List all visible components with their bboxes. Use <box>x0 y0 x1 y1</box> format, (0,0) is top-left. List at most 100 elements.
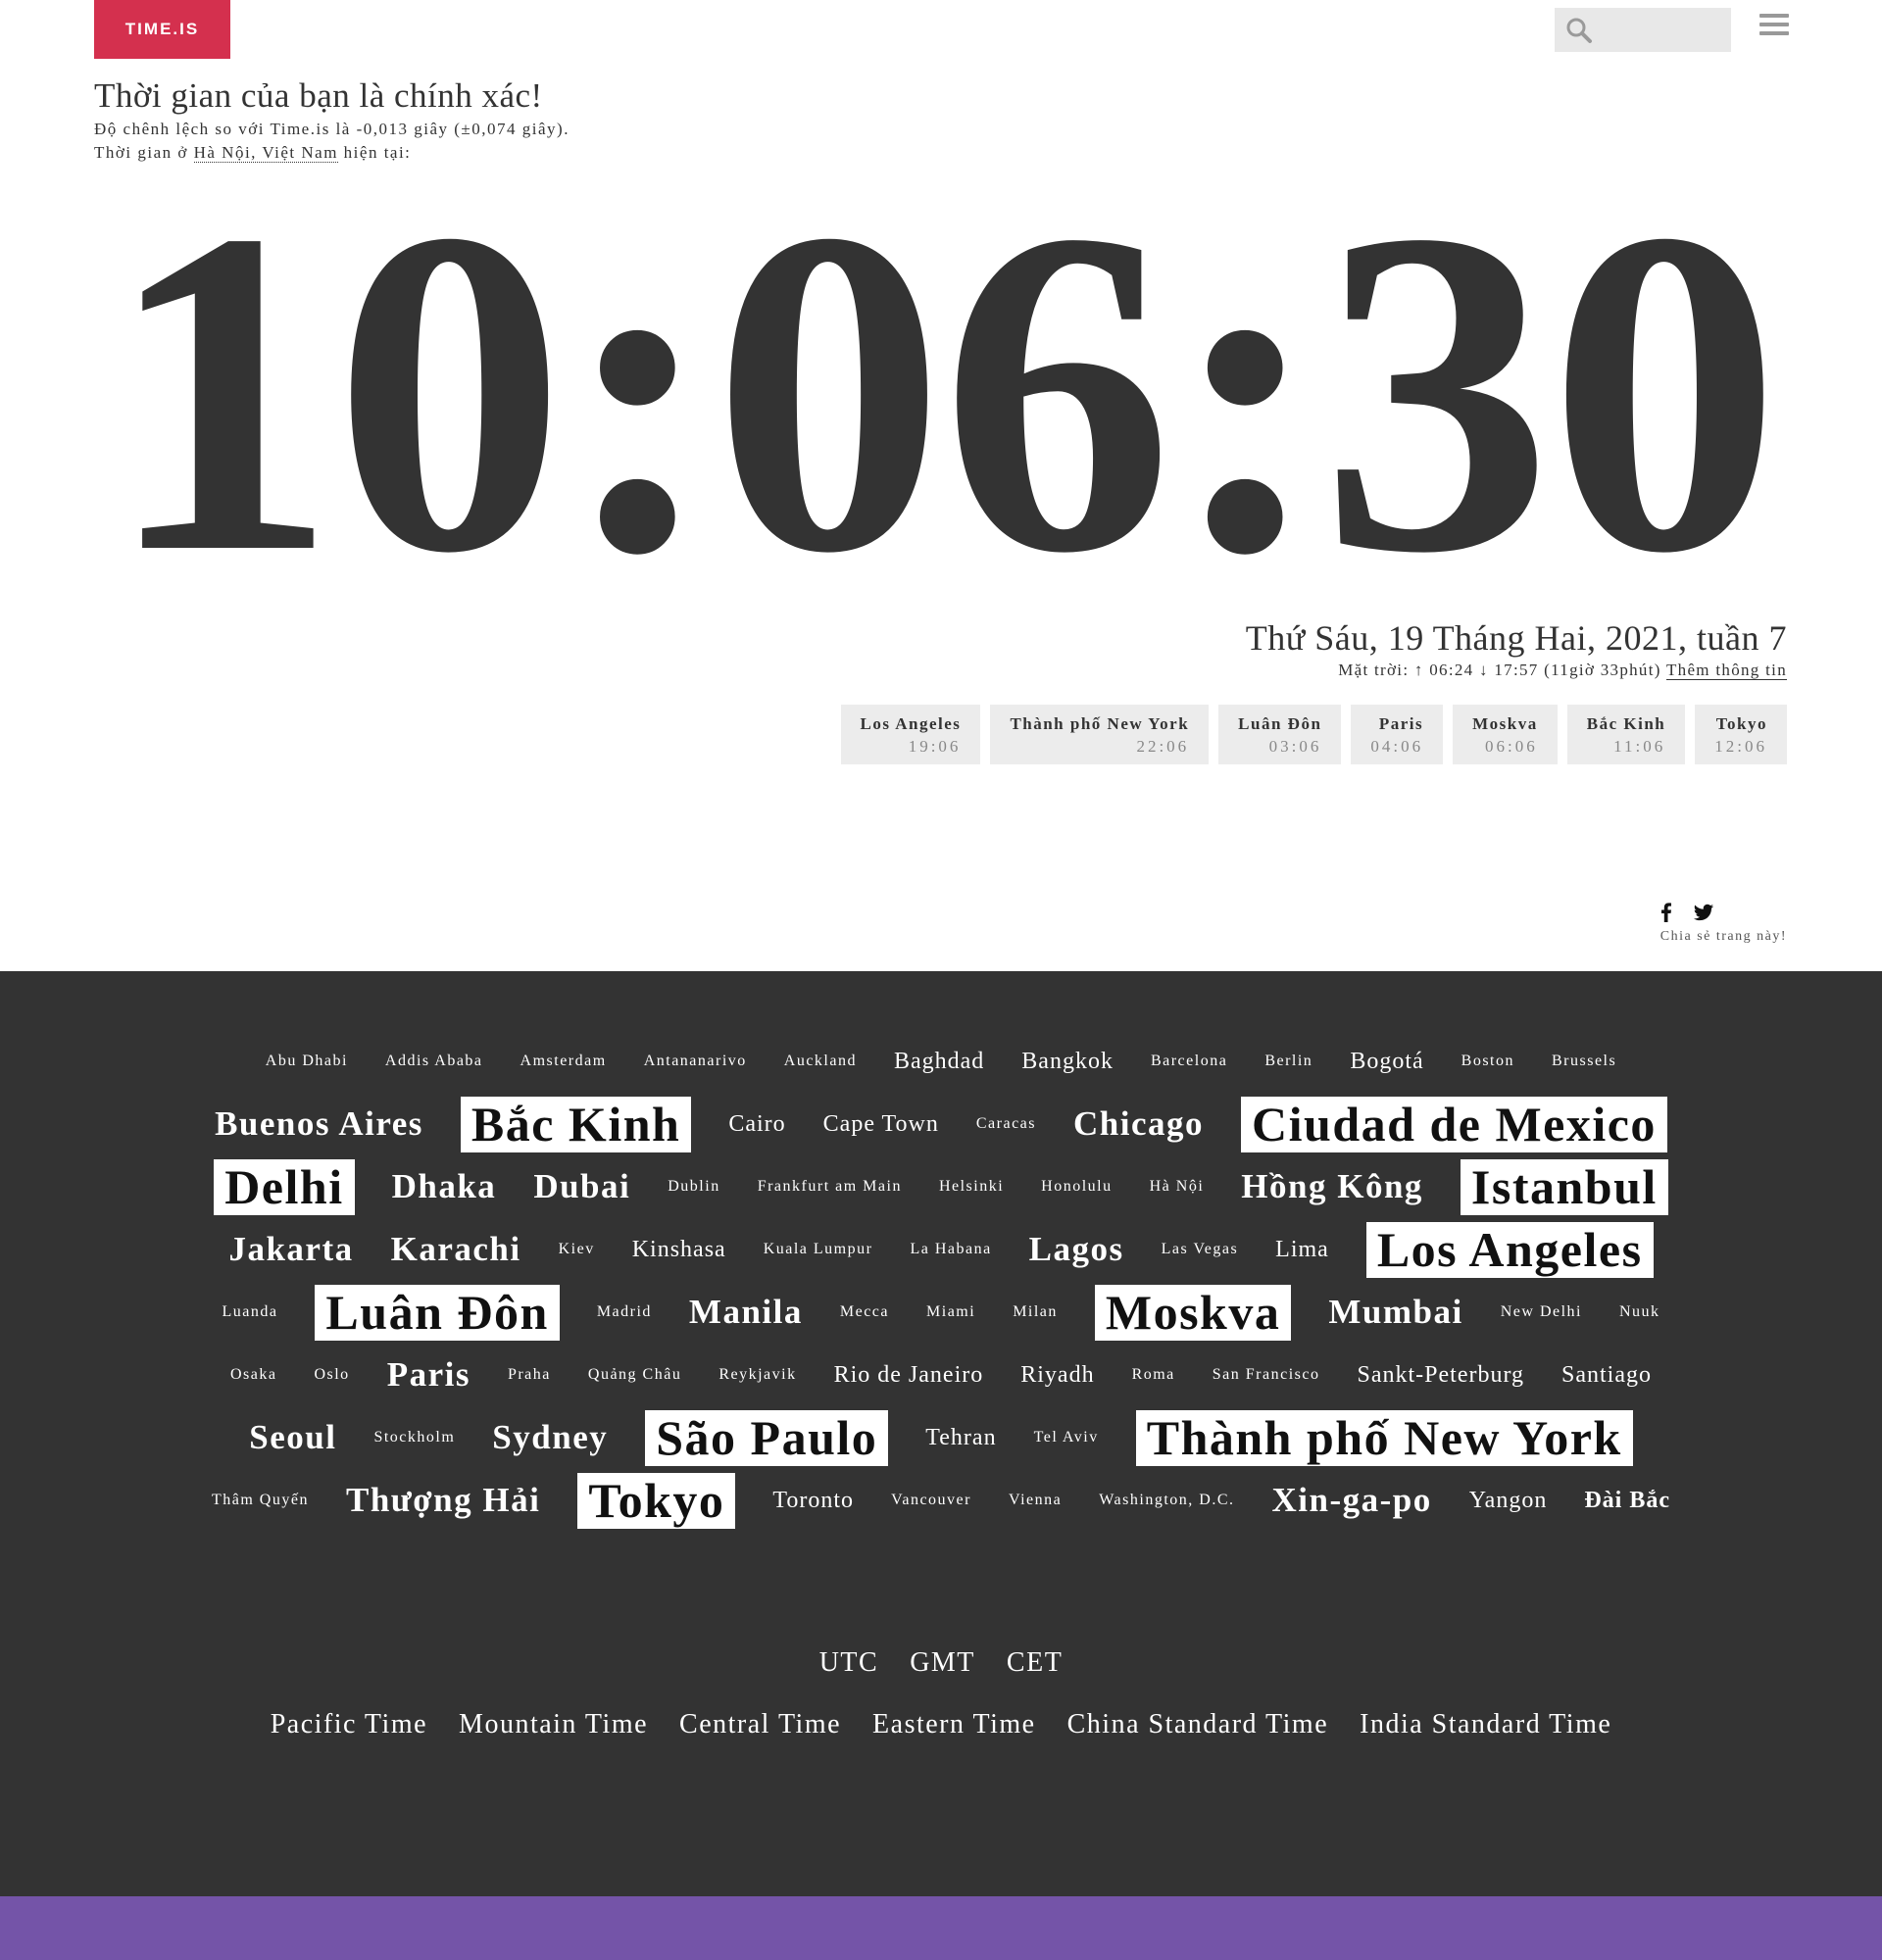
city-link[interactable]: Sankt-Peterburg <box>1357 1362 1524 1390</box>
city-link[interactable]: Praha <box>508 1366 551 1384</box>
city-link[interactable]: Bangkok <box>1021 1049 1114 1076</box>
city-link[interactable]: Istanbul <box>1460 1158 1668 1216</box>
city-link[interactable]: Cape Town <box>823 1111 939 1139</box>
city-link[interactable]: New Delhi <box>1501 1303 1582 1321</box>
city-link[interactable]: Stockholm <box>373 1429 455 1446</box>
timezone-link[interactable]: GMT <box>910 1647 975 1679</box>
city-link[interactable]: Sydney <box>492 1418 608 1457</box>
city-link[interactable]: Bắc Kinh <box>460 1096 692 1153</box>
timezone-link[interactable]: India Standard Time <box>1360 1709 1611 1740</box>
city-link[interactable]: Brussels <box>1552 1053 1616 1070</box>
city-link[interactable]: Thượng Hải <box>346 1481 540 1520</box>
city-link[interactable]: San Francisco <box>1213 1366 1320 1384</box>
city-link[interactable]: Toronto <box>772 1488 854 1515</box>
city-link[interactable]: Tel Aviv <box>1034 1429 1099 1446</box>
mini-clock[interactable]: Tokyo 12:06 <box>1695 705 1787 764</box>
mini-clock[interactable]: Los Angeles 19:06 <box>840 705 981 764</box>
city-link[interactable]: Santiago <box>1561 1362 1652 1390</box>
city-link[interactable]: Boston <box>1461 1053 1514 1070</box>
timezone-link[interactable]: China Standard Time <box>1067 1709 1329 1740</box>
city-link[interactable]: Xin-ga-po <box>1272 1481 1432 1520</box>
city-link[interactable]: Ciudad de Mexico <box>1241 1096 1667 1153</box>
city-link[interactable]: Dublin <box>668 1178 719 1196</box>
city-link[interactable]: Chicago <box>1073 1104 1204 1144</box>
city-link[interactable]: Hồng Kông <box>1241 1167 1423 1206</box>
city-link[interactable]: Luân Đôn <box>315 1284 560 1342</box>
mini-clock[interactable]: Paris 04:06 <box>1351 705 1444 764</box>
city-link[interactable]: Auckland <box>784 1053 857 1070</box>
city-link[interactable]: Madrid <box>597 1303 652 1321</box>
search-icon[interactable] <box>1564 13 1594 48</box>
twitter-icon[interactable] <box>1693 902 1714 923</box>
city-link[interactable]: Thành phố New York <box>1135 1409 1633 1467</box>
city-link[interactable]: Karachi <box>391 1230 521 1269</box>
city-link[interactable]: Moskva <box>1094 1284 1292 1342</box>
city-link[interactable]: Addis Ababa <box>385 1053 483 1070</box>
city-link[interactable]: Mecca <box>840 1303 889 1321</box>
city-link[interactable]: Cairo <box>728 1111 785 1139</box>
mini-clock[interactable]: Bắc Kinh 11:06 <box>1566 705 1686 764</box>
city-link[interactable]: Caracas <box>976 1115 1036 1133</box>
city-link[interactable]: Dubai <box>533 1167 630 1206</box>
city-link[interactable]: Washington, D.C. <box>1099 1492 1234 1509</box>
menu-icon[interactable] <box>1759 14 1789 43</box>
city-link[interactable]: Bogotá <box>1350 1049 1423 1076</box>
city-link[interactable]: Lima <box>1275 1237 1329 1264</box>
city-link[interactable]: São Paulo <box>645 1409 889 1467</box>
search-box[interactable] <box>1555 7 1825 53</box>
city-link[interactable]: Yangon <box>1469 1488 1548 1515</box>
search-input[interactable] <box>1594 7 1825 53</box>
city-link[interactable]: Tehran <box>925 1425 996 1452</box>
city-link[interactable]: Kinshasa <box>632 1237 726 1264</box>
mini-clock[interactable]: Luân Đôn 03:06 <box>1218 705 1342 764</box>
city-link[interactable]: Amsterdam <box>520 1053 607 1070</box>
city-link[interactable]: Miami <box>926 1303 975 1321</box>
city-link[interactable]: Las Vegas <box>1162 1241 1239 1258</box>
city-link[interactable]: Tokyo <box>577 1472 736 1530</box>
city-link[interactable]: Barcelona <box>1151 1053 1227 1070</box>
city-link[interactable]: Jakarta <box>228 1230 353 1269</box>
city-link[interactable]: Vancouver <box>891 1492 971 1509</box>
city-link[interactable]: Paris <box>387 1355 470 1395</box>
timezone-link[interactable]: CET <box>1007 1647 1063 1679</box>
timezone-link[interactable]: UTC <box>819 1647 879 1679</box>
city-link[interactable]: Lagos <box>1029 1230 1124 1269</box>
city-link[interactable]: Nuuk <box>1619 1303 1660 1321</box>
city-link[interactable]: Berlin <box>1264 1053 1312 1070</box>
time-is-logo[interactable]: TIME.IS <box>94 0 230 59</box>
city-link[interactable]: Quảng Châu <box>588 1366 681 1384</box>
facebook-icon[interactable] <box>1656 902 1677 923</box>
city-link[interactable]: Thâm Quyến <box>212 1492 309 1509</box>
city-link[interactable]: Antananarivo <box>644 1053 747 1070</box>
city-link[interactable]: Osaka <box>230 1366 276 1384</box>
city-link[interactable]: Vienna <box>1009 1492 1062 1509</box>
city-link[interactable]: Reykjavik <box>718 1366 796 1384</box>
city-link[interactable]: Hà Nội <box>1150 1178 1205 1196</box>
timezone-link[interactable]: Pacific Time <box>271 1709 427 1740</box>
city-link[interactable]: Rio de Janeiro <box>834 1362 984 1390</box>
city-link[interactable]: La Habana <box>910 1241 991 1258</box>
city-link[interactable]: Luanda <box>222 1303 277 1321</box>
city-link[interactable]: Kiev <box>559 1241 595 1258</box>
city-link[interactable]: Honolulu <box>1041 1178 1112 1196</box>
timezone-link[interactable]: Eastern Time <box>872 1709 1036 1740</box>
city-link[interactable]: Helsinki <box>939 1178 1004 1196</box>
mini-clock[interactable]: Thành phố New York 22:06 <box>990 705 1210 764</box>
city-link[interactable]: Los Angeles <box>1365 1221 1654 1279</box>
city-link[interactable]: Roma <box>1132 1366 1175 1384</box>
city-link[interactable]: Đài Bắc <box>1584 1488 1670 1515</box>
city-link[interactable]: Seoul <box>249 1418 336 1457</box>
city-link[interactable]: Dhaka <box>392 1167 497 1206</box>
city-link[interactable]: Oslo <box>314 1366 349 1384</box>
city-link[interactable]: Delhi <box>214 1158 355 1216</box>
city-link[interactable]: Frankfurt am Main <box>758 1178 902 1196</box>
city-link[interactable]: Mumbai <box>1328 1293 1462 1332</box>
more-info-link[interactable]: Thêm thông tin <box>1665 661 1787 680</box>
city-link[interactable]: Buenos Aires <box>215 1104 423 1144</box>
mini-clock[interactable]: Moskva 06:06 <box>1453 705 1558 764</box>
city-link[interactable]: Manila <box>689 1293 803 1332</box>
city-link[interactable]: Riyadh <box>1020 1362 1094 1390</box>
timezone-link[interactable]: Central Time <box>679 1709 841 1740</box>
city-link[interactable]: Baghdad <box>894 1049 984 1076</box>
timezone-link[interactable]: Mountain Time <box>459 1709 648 1740</box>
